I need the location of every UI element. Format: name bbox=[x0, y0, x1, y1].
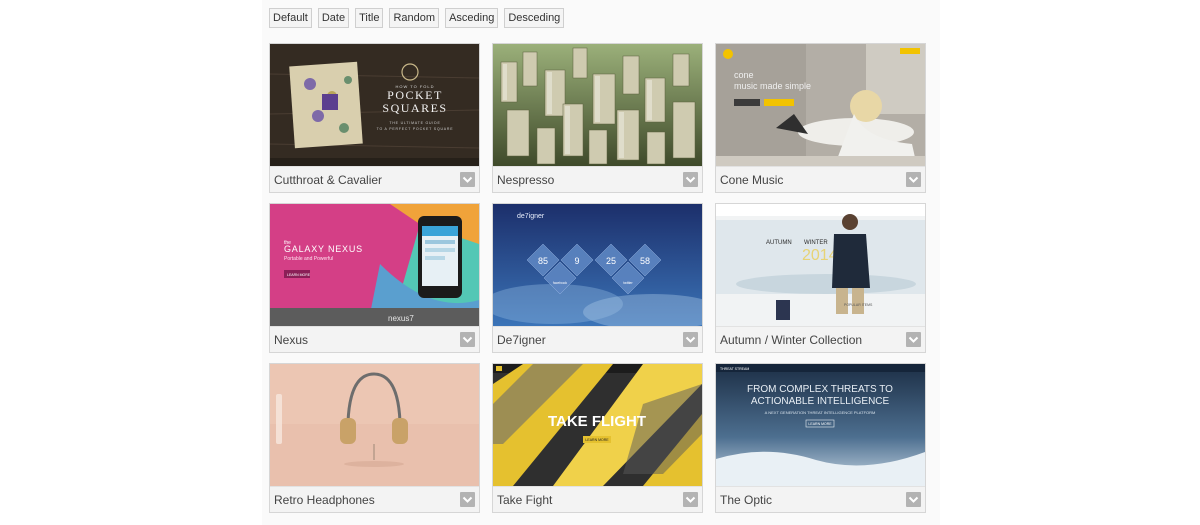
card-thumbnail[interactable]: the GALAXY NEXUS Portable and Powerful L… bbox=[270, 204, 479, 326]
card-title[interactable]: De7igner bbox=[497, 333, 546, 347]
sort-date-button[interactable]: Date bbox=[317, 8, 350, 28]
chevron-down-icon[interactable] bbox=[460, 172, 475, 187]
thumb-text: SQUARES bbox=[382, 101, 447, 115]
thumb-text: TAKE FLIGHT bbox=[548, 413, 646, 430]
chevron-down-icon[interactable] bbox=[460, 332, 475, 347]
sort-default-button[interactable]: Default bbox=[269, 8, 312, 28]
card-title[interactable]: Take Fight bbox=[497, 493, 552, 507]
thumb-text: THE ULTIMATE GUIDE bbox=[389, 121, 440, 125]
card-title[interactable]: Nespresso bbox=[497, 173, 554, 187]
card-thumbnail[interactable]: TAKE FLIGHT LEARN MORE bbox=[493, 364, 702, 486]
portfolio-card[interactable]: cone music made simple Cone Music bbox=[715, 43, 926, 193]
card-caption: Retro Headphones bbox=[270, 486, 479, 512]
chevron-down-icon[interactable] bbox=[683, 172, 698, 187]
thumb-text: LEARN MORE bbox=[585, 438, 609, 442]
card-caption: The Optic bbox=[716, 486, 925, 512]
portfolio-grid: HOW TO FOLD POCKET SQUARES THE ULTIMATE … bbox=[269, 43, 926, 513]
thumb-text: twitter bbox=[623, 281, 633, 285]
card-caption: Nexus bbox=[270, 326, 479, 352]
thumb-text: FROM COMPLEX THREATS TO bbox=[747, 384, 893, 395]
thumb-text: de7igner bbox=[517, 213, 545, 220]
thumb-text: ACTIONABLE INTELLIGENCE bbox=[751, 396, 890, 407]
card-caption: Cutthroat & Cavalier bbox=[270, 166, 479, 192]
sort-ascending-button[interactable]: Asceding bbox=[445, 8, 499, 28]
card-title[interactable]: Retro Headphones bbox=[274, 493, 375, 507]
card-thumbnail[interactable]: THREAT STREAM FROM COMPLEX THREATS TO AC… bbox=[716, 364, 925, 486]
thumb-text: WINTER bbox=[804, 240, 828, 246]
thumb-text: TO A PERFECT POCKET SQUARE bbox=[377, 127, 454, 131]
sort-random-button[interactable]: Random bbox=[389, 8, 440, 28]
chevron-down-icon[interactable] bbox=[906, 492, 921, 507]
card-title[interactable]: The Optic bbox=[720, 493, 772, 507]
card-title[interactable]: Nexus bbox=[274, 333, 308, 347]
thumb-text: 2014 bbox=[802, 247, 838, 264]
chevron-down-icon[interactable] bbox=[906, 172, 921, 187]
portfolio-card[interactable]: the GALAXY NEXUS Portable and Powerful L… bbox=[269, 203, 480, 353]
thumb-text: GALAXY NEXUS bbox=[284, 244, 363, 254]
portfolio-card[interactable]: AUTUMN WINTER 2014 POPULAR ITEMS Autumn … bbox=[715, 203, 926, 353]
sort-descending-button[interactable]: Desceding bbox=[504, 8, 565, 28]
card-caption: De7igner bbox=[493, 326, 702, 352]
card-thumbnail[interactable] bbox=[493, 44, 702, 166]
card-thumbnail[interactable]: cone music made simple bbox=[716, 44, 925, 166]
chevron-down-icon[interactable] bbox=[683, 332, 698, 347]
thumb-text: music made simple bbox=[734, 81, 811, 91]
card-thumbnail[interactable] bbox=[270, 364, 479, 486]
card-caption: Autumn / Winter Collection bbox=[716, 326, 925, 352]
card-caption: Nespresso bbox=[493, 166, 702, 192]
thumb-text: Portable and Powerful bbox=[284, 256, 333, 262]
thumb-text: LEARN MORE bbox=[287, 273, 311, 277]
card-title[interactable]: Autumn / Winter Collection bbox=[720, 333, 862, 347]
portfolio-card[interactable]: Retro Headphones bbox=[269, 363, 480, 513]
chevron-down-icon[interactable] bbox=[906, 332, 921, 347]
portfolio-card[interactable]: HOW TO FOLD POCKET SQUARES THE ULTIMATE … bbox=[269, 43, 480, 193]
card-thumbnail[interactable]: AUTUMN WINTER 2014 POPULAR ITEMS bbox=[716, 204, 925, 326]
card-caption: Take Fight bbox=[493, 486, 702, 512]
thumb-text: 58 bbox=[640, 256, 650, 266]
card-title[interactable]: Cutthroat & Cavalier bbox=[274, 173, 382, 187]
card-caption: Cone Music bbox=[716, 166, 925, 192]
chevron-down-icon[interactable] bbox=[460, 492, 475, 507]
card-title[interactable]: Cone Music bbox=[720, 173, 783, 187]
thumb-text: 85 bbox=[538, 256, 548, 266]
portfolio-card[interactable]: de7igner 85 9 25 58 facebook twitter De7… bbox=[492, 203, 703, 353]
thumb-text: cone bbox=[734, 70, 754, 80]
thumb-text: facebook bbox=[553, 281, 567, 285]
chevron-down-icon[interactable] bbox=[683, 492, 698, 507]
thumb-text: A NEXT GENERATION THREAT INTELLIGENCE PL… bbox=[765, 410, 876, 415]
thumb-text: 25 bbox=[606, 256, 616, 266]
portfolio-card[interactable]: THREAT STREAM FROM COMPLEX THREATS TO AC… bbox=[715, 363, 926, 513]
sort-title-button[interactable]: Title bbox=[355, 8, 384, 28]
thumb-text: LEARN MORE bbox=[808, 422, 832, 426]
card-thumbnail[interactable]: de7igner 85 9 25 58 facebook twitter bbox=[493, 204, 702, 326]
portfolio-card[interactable]: TAKE FLIGHT LEARN MORE Take Fight bbox=[492, 363, 703, 513]
card-thumbnail[interactable]: HOW TO FOLD POCKET SQUARES THE ULTIMATE … bbox=[270, 44, 479, 166]
portfolio-card[interactable]: Nespresso bbox=[492, 43, 703, 193]
thumb-text: POCKET bbox=[387, 88, 443, 102]
thumb-text: AUTUMN bbox=[766, 240, 792, 246]
sort-bar: Default Date Title Random Asceding Desce… bbox=[269, 8, 565, 28]
thumb-text: nexus7 bbox=[388, 314, 414, 323]
thumb-text: THREAT STREAM bbox=[720, 367, 749, 371]
thumb-text: 9 bbox=[574, 256, 579, 266]
thumb-text: POPULAR ITEMS bbox=[844, 303, 873, 307]
